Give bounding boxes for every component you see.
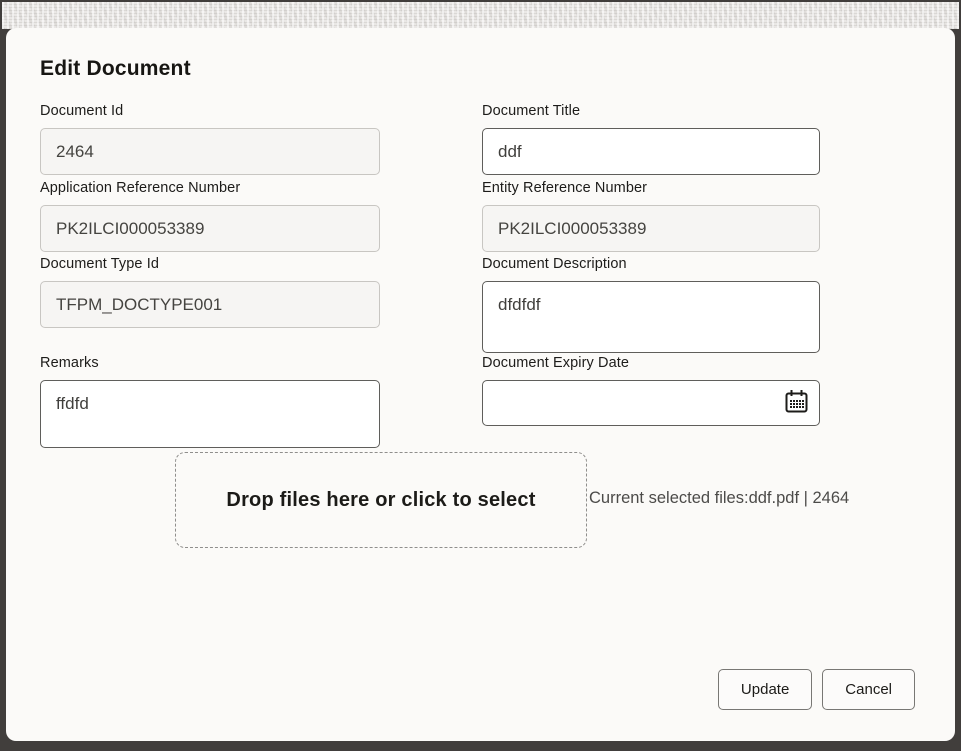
field-remarks: Remarks ffdfd [40, 355, 380, 448]
document-type-id-input [40, 281, 380, 328]
field-document-type-id: Document Type Id [40, 256, 380, 328]
entity-reference-number-label: Entity Reference Number [482, 180, 820, 196]
document-type-id-label: Document Type Id [40, 256, 380, 272]
calendar-icon [783, 388, 810, 418]
remarks-label: Remarks [40, 355, 380, 371]
field-application-reference-number: Application Reference Number [40, 180, 380, 252]
dropzone-label: Drop files here or click to select [226, 489, 535, 512]
file-dropzone[interactable]: Drop files here or click to select [175, 452, 587, 548]
document-description-textarea[interactable]: dfdfdf [482, 281, 820, 353]
document-description-label: Document Description [482, 256, 820, 272]
field-document-description: Document Description dfdfdf [482, 256, 820, 353]
document-title-label: Document Title [482, 103, 820, 119]
entity-reference-number-input [482, 205, 820, 252]
calendar-button[interactable] [781, 389, 811, 417]
dialog-title: Edit Document [40, 57, 191, 81]
document-id-input [40, 128, 380, 175]
document-id-label: Document Id [40, 103, 380, 119]
field-entity-reference-number: Entity Reference Number [482, 180, 820, 252]
document-title-input[interactable] [482, 128, 820, 175]
application-reference-number-input [40, 205, 380, 252]
field-document-expiry-date: Document Expiry Date [482, 355, 820, 426]
field-document-title: Document Title [482, 103, 820, 175]
current-selected-files-text: Current selected files:ddf.pdf | 2464 [589, 489, 849, 508]
field-document-id: Document Id [40, 103, 380, 175]
background-page-band [2, 2, 959, 29]
screen: Edit Document Document Id Document Title… [0, 0, 961, 751]
document-expiry-date-label: Document Expiry Date [482, 355, 820, 371]
cancel-button[interactable]: Cancel [822, 669, 915, 710]
application-reference-number-label: Application Reference Number [40, 180, 380, 196]
dialog-actions: Update Cancel [718, 669, 915, 710]
document-expiry-date-input[interactable] [482, 380, 820, 426]
remarks-textarea[interactable]: ffdfd [40, 380, 380, 448]
edit-document-dialog: Edit Document Document Id Document Title… [6, 28, 955, 741]
update-button[interactable]: Update [718, 669, 812, 710]
